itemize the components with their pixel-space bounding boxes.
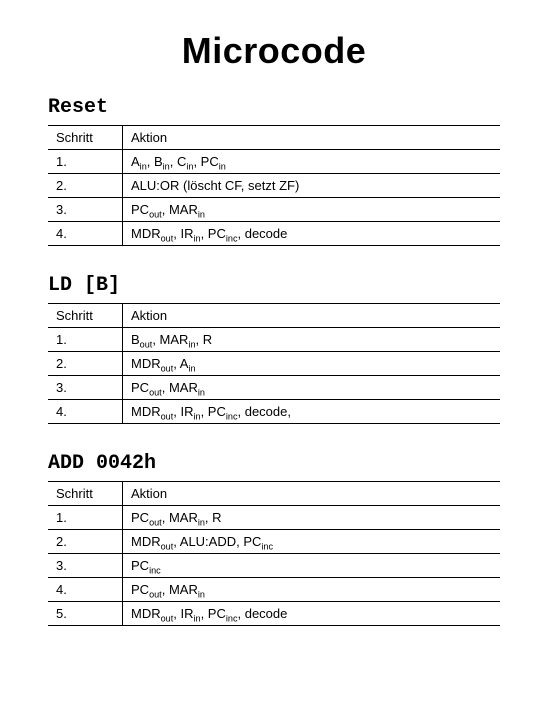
cell-step: 3. bbox=[48, 376, 123, 400]
table-row: 4.MDRout, IRin, PCinc, decode bbox=[48, 222, 500, 246]
cell-action: MDRout, IRin, PCinc, decode, bbox=[123, 400, 501, 424]
cell-step: 4. bbox=[48, 222, 123, 246]
section-heading: ADD 0042h bbox=[48, 452, 500, 475]
cell-step: 1. bbox=[48, 506, 123, 530]
cell-action: MDRout, Ain bbox=[123, 352, 501, 376]
col-action: Aktion bbox=[123, 126, 501, 150]
cell-step: 2. bbox=[48, 352, 123, 376]
table-row: 2.MDRout, ALU:ADD, PCinc bbox=[48, 530, 500, 554]
cell-action: PCout, MARin, R bbox=[123, 506, 501, 530]
table-row: 5.MDRout, IRin, PCinc, decode bbox=[48, 602, 500, 626]
col-step: Schritt bbox=[48, 304, 123, 328]
microcode-table: SchrittAktion1.PCout, MARin, R2.MDRout, … bbox=[48, 481, 500, 626]
table-row: 2.MDRout, Ain bbox=[48, 352, 500, 376]
microcode-table: SchrittAktion1.Ain, Bin, Cin, PCin2.ALU:… bbox=[48, 125, 500, 246]
cell-action: PCout, MARin bbox=[123, 198, 501, 222]
cell-step: 4. bbox=[48, 578, 123, 602]
cell-step: 3. bbox=[48, 198, 123, 222]
cell-action: PCout, MARin bbox=[123, 376, 501, 400]
table-row: 3.PCout, MARin bbox=[48, 198, 500, 222]
col-step: Schritt bbox=[48, 126, 123, 150]
col-action: Aktion bbox=[123, 482, 501, 506]
cell-step: 2. bbox=[48, 530, 123, 554]
col-step: Schritt bbox=[48, 482, 123, 506]
section-heading: Reset bbox=[48, 96, 500, 119]
cell-action: MDRout, IRin, PCinc, decode bbox=[123, 602, 501, 626]
cell-action: MDRout, ALU:ADD, PCinc bbox=[123, 530, 501, 554]
microcode-table: SchrittAktion1.Bout, MARin, R2.MDRout, A… bbox=[48, 303, 500, 424]
cell-step: 1. bbox=[48, 328, 123, 352]
table-row: 1.Bout, MARin, R bbox=[48, 328, 500, 352]
cell-action: PCinc bbox=[123, 554, 501, 578]
table-row: 4.PCout, MARin bbox=[48, 578, 500, 602]
cell-action: MDRout, IRin, PCinc, decode bbox=[123, 222, 501, 246]
cell-action: Bout, MARin, R bbox=[123, 328, 501, 352]
table-row: 1.PCout, MARin, R bbox=[48, 506, 500, 530]
cell-step: 5. bbox=[48, 602, 123, 626]
table-row: 4.MDRout, IRin, PCinc, decode, bbox=[48, 400, 500, 424]
table-row: 3.PCinc bbox=[48, 554, 500, 578]
page-title: Microcode bbox=[48, 30, 500, 72]
table-row: 1.Ain, Bin, Cin, PCin bbox=[48, 150, 500, 174]
cell-action: Ain, Bin, Cin, PCin bbox=[123, 150, 501, 174]
document-page: Microcode ResetSchrittAktion1.Ain, Bin, … bbox=[0, 0, 540, 674]
table-row: 3.PCout, MARin bbox=[48, 376, 500, 400]
cell-action: PCout, MARin bbox=[123, 578, 501, 602]
cell-step: 4. bbox=[48, 400, 123, 424]
section-heading: LD [B] bbox=[48, 274, 500, 297]
col-action: Aktion bbox=[123, 304, 501, 328]
cell-step: 3. bbox=[48, 554, 123, 578]
sections-container: ResetSchrittAktion1.Ain, Bin, Cin, PCin2… bbox=[48, 96, 500, 626]
cell-step: 2. bbox=[48, 174, 123, 198]
cell-step: 1. bbox=[48, 150, 123, 174]
table-row: 2.ALU:OR (löscht CF, setzt ZF) bbox=[48, 174, 500, 198]
cell-action: ALU:OR (löscht CF, setzt ZF) bbox=[123, 174, 501, 198]
